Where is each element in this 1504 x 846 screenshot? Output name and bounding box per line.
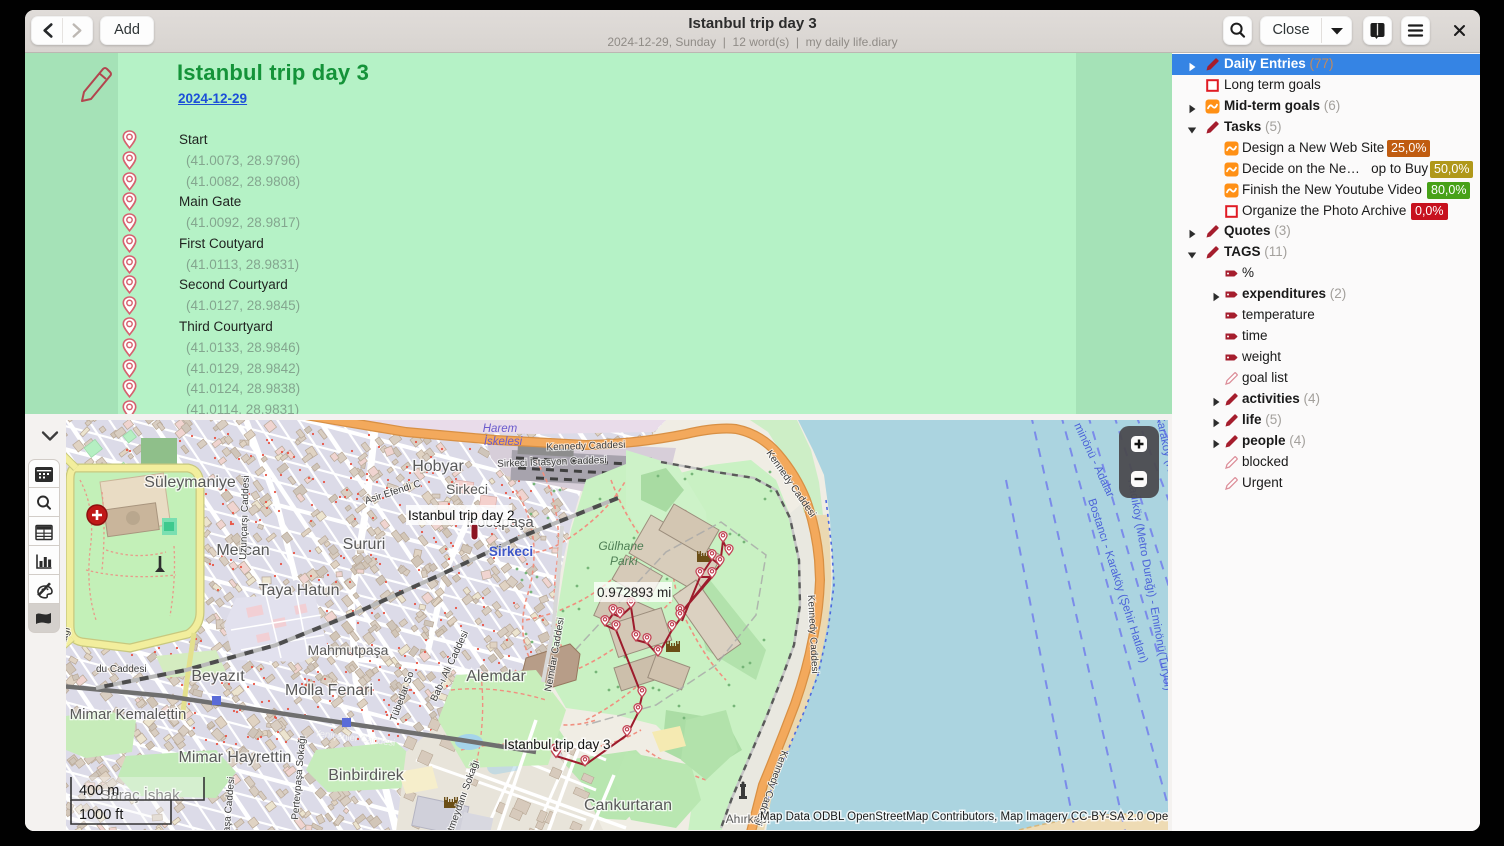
svg-text:Sirkeci: Sirkeci [446,481,488,497]
svg-text:Taya Hatun: Taya Hatun [259,582,340,599]
svg-text:Sirkeci: Sirkeci [489,544,533,559]
svg-text:Map Data ODBL OpenStreetMap Co: Map Data ODBL OpenStreetMap Contributors… [760,811,1168,823]
svg-text:Alemdar: Alemdar [466,668,526,685]
svg-text:Parkı: Parkı [610,554,638,568]
svg-text:Mahmutpaşa: Mahmutpaşa [308,642,389,658]
svg-text:Molla Fenari: Molla Fenari [285,682,373,699]
svg-text:Harem: Harem [483,423,518,435]
svg-text:Istanbul trip day 3: Istanbul trip day 3 [504,737,611,752]
svg-text:Sururi: Sururi [343,536,386,553]
svg-text:Gülhane: Gülhane [598,539,644,553]
svg-text:İskelesi: İskelesi [484,436,523,448]
svg-text:Hobyar: Hobyar [412,458,464,475]
svg-text:400 m: 400 m [79,783,119,799]
svg-text:Cankurtaran: Cankurtaran [584,797,672,814]
svg-text:Beyazıt: Beyazıt [191,668,245,685]
svg-text:Mimar Hayrettin: Mimar Hayrettin [179,749,292,766]
svg-text:Binbirdirek: Binbirdirek [328,767,405,784]
svg-text:0.972893 mi: 0.972893 mi [597,585,671,600]
svg-text:du Caddesi: du Caddesi [96,664,147,675]
svg-text:Süleymaniye: Süleymaniye [144,474,236,491]
svg-text:1000 ft: 1000 ft [79,807,123,823]
svg-text:Mimar Kemalettin: Mimar Kemalettin [70,706,187,723]
svg-text:Istanbul trip day 2: Istanbul trip day 2 [408,508,515,523]
